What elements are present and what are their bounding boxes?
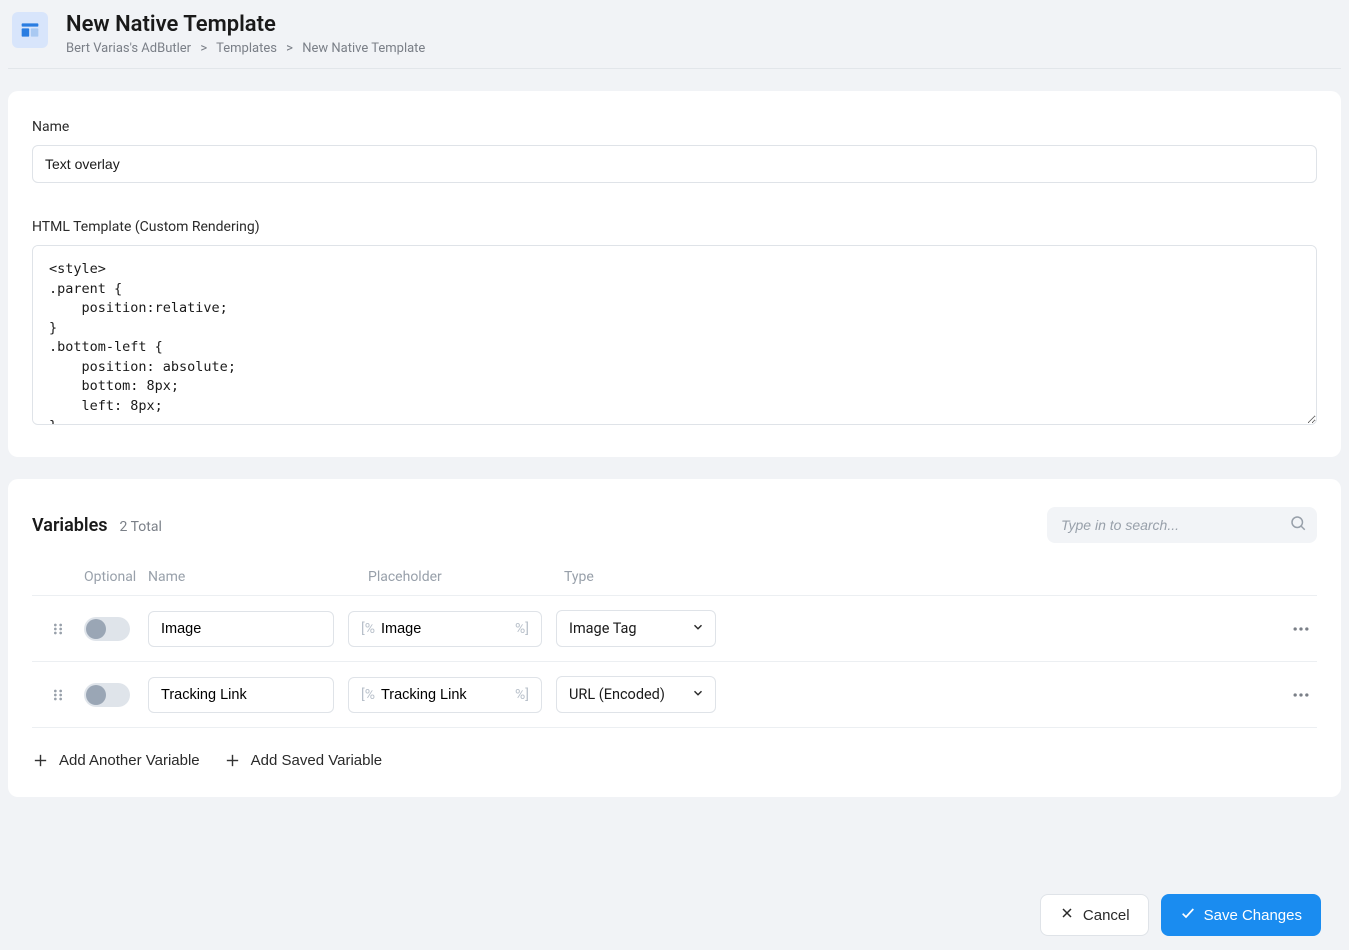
html-template-textarea[interactable] bbox=[32, 245, 1317, 425]
variables-count: 2 Total bbox=[120, 519, 162, 535]
drag-handle-icon[interactable] bbox=[32, 687, 84, 703]
col-placeholder: Placeholder bbox=[348, 569, 556, 585]
cancel-button[interactable]: Cancel bbox=[1040, 894, 1149, 936]
template-form-card: Name HTML Template (Custom Rendering) bbox=[8, 91, 1341, 457]
col-name: Name bbox=[148, 569, 348, 585]
variable-name-input[interactable] bbox=[148, 611, 334, 647]
breadcrumb-link-templates[interactable]: Templates bbox=[216, 41, 277, 56]
save-label: Save Changes bbox=[1204, 907, 1302, 924]
plus-icon bbox=[224, 752, 241, 769]
placeholder-close-bracket: %] bbox=[513, 687, 531, 703]
check-icon bbox=[1180, 905, 1196, 925]
placeholder-input[interactable] bbox=[377, 678, 513, 712]
save-changes-button[interactable]: Save Changes bbox=[1161, 894, 1321, 936]
add-saved-variable-button[interactable]: Add Saved Variable bbox=[224, 752, 382, 769]
close-icon bbox=[1059, 905, 1075, 925]
optional-toggle[interactable] bbox=[84, 683, 130, 707]
type-select[interactable]: Image Tag bbox=[556, 610, 716, 647]
variable-name-input[interactable] bbox=[148, 677, 334, 713]
placeholder-close-bracket: %] bbox=[513, 621, 531, 637]
placeholder-cell[interactable]: [% %] bbox=[348, 677, 542, 713]
add-another-variable-button[interactable]: Add Another Variable bbox=[32, 752, 200, 769]
variables-title: Variables bbox=[32, 515, 108, 536]
template-icon bbox=[12, 12, 48, 48]
chevron-down-icon bbox=[691, 686, 705, 704]
page-header: New Native Template Bert Varias's AdButl… bbox=[8, 8, 1341, 69]
breadcrumb: Bert Varias's AdButler > Templates > New… bbox=[66, 41, 425, 56]
variable-row: [% %] URL (Encoded) bbox=[32, 662, 1317, 728]
drag-handle-icon[interactable] bbox=[32, 621, 84, 637]
breadcrumb-link-account[interactable]: Bert Varias's AdButler bbox=[66, 41, 191, 56]
add-saved-label: Add Saved Variable bbox=[251, 752, 382, 769]
page-title: New Native Template bbox=[66, 12, 425, 37]
col-optional: Optional bbox=[84, 569, 148, 585]
type-select[interactable]: URL (Encoded) bbox=[556, 676, 716, 713]
name-input[interactable] bbox=[32, 145, 1317, 183]
type-select-value: URL (Encoded) bbox=[569, 686, 665, 703]
placeholder-open-bracket: [% bbox=[359, 687, 377, 703]
variable-row: [% %] Image Tag bbox=[32, 596, 1317, 662]
add-another-label: Add Another Variable bbox=[59, 752, 200, 769]
chevron-down-icon bbox=[691, 620, 705, 638]
plus-icon bbox=[32, 752, 49, 769]
placeholder-cell[interactable]: [% %] bbox=[348, 611, 542, 647]
search-icon bbox=[1289, 514, 1307, 536]
footer-actions: Cancel Save Changes bbox=[1040, 894, 1321, 936]
cancel-label: Cancel bbox=[1083, 907, 1130, 924]
variables-card: Variables 2 Total Optional Name Placehol… bbox=[8, 479, 1341, 797]
html-label: HTML Template (Custom Rendering) bbox=[32, 219, 1317, 235]
variables-search-input[interactable] bbox=[1047, 507, 1317, 543]
col-type: Type bbox=[556, 569, 716, 585]
name-label: Name bbox=[32, 119, 1317, 135]
variables-column-headers: Optional Name Placeholder Type bbox=[32, 561, 1317, 595]
breadcrumb-current: New Native Template bbox=[302, 41, 425, 56]
placeholder-input[interactable] bbox=[377, 612, 513, 646]
row-menu-button[interactable] bbox=[1277, 685, 1317, 705]
type-select-value: Image Tag bbox=[569, 620, 637, 637]
row-menu-button[interactable] bbox=[1277, 619, 1317, 639]
optional-toggle[interactable] bbox=[84, 617, 130, 641]
placeholder-open-bracket: [% bbox=[359, 621, 377, 637]
